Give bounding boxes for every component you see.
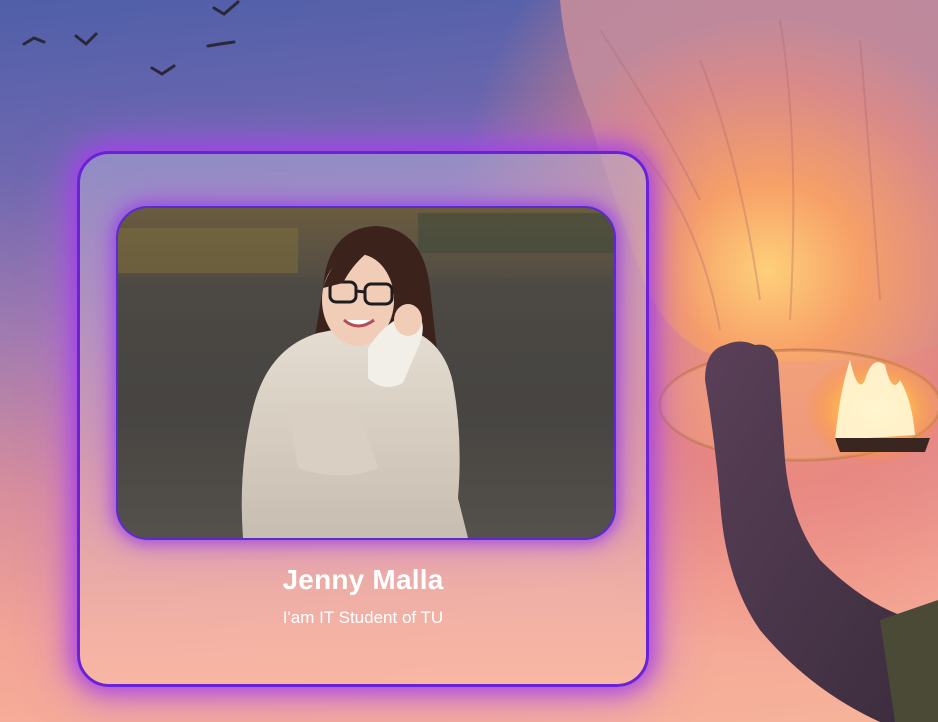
profile-card: Jenny Malla I'am IT Student of TU xyxy=(77,151,649,687)
birds-icon xyxy=(22,0,240,76)
portrait-icon xyxy=(118,208,614,538)
profile-photo xyxy=(116,206,616,540)
profile-role: I'am IT Student of TU xyxy=(282,608,444,627)
profile-name: Jenny Malla xyxy=(282,564,444,595)
